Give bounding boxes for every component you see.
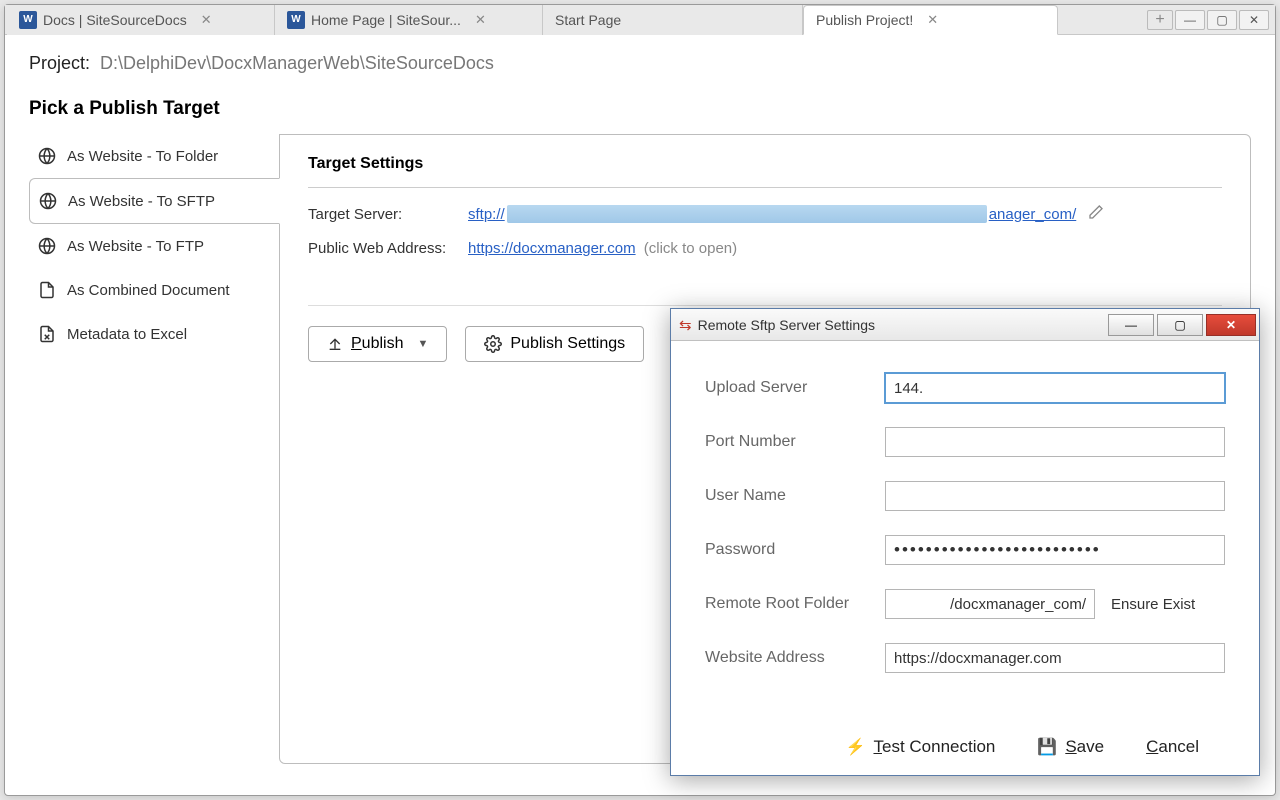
public-web-label: Public Web Address: — [308, 240, 468, 257]
sftp-settings-dialog: ⇆ Remote Sftp Server Settings — ▢ ✕ Uplo… — [670, 308, 1260, 776]
ensure-exist-link[interactable]: Ensure Exist — [1111, 596, 1195, 613]
tab-docs[interactable]: W Docs | SiteSourceDocs ✕ — [7, 5, 275, 35]
tab-label: Start Page — [555, 12, 621, 28]
target-folder[interactable]: As Website - To Folder — [29, 134, 259, 178]
globe-icon — [37, 146, 57, 166]
test-connection-button[interactable]: ⚡ Test Connection — [846, 737, 996, 757]
dialog-body: Upload Server Port Number User Name Pass… — [671, 341, 1259, 707]
port-number-label: Port Number — [705, 433, 885, 451]
password-label: Password — [705, 541, 885, 559]
sftp-suffix: anager_com/ — [989, 206, 1077, 223]
public-web-row: Public Web Address: https://docxmanager.… — [308, 232, 1222, 265]
user-name-label: User Name — [705, 487, 885, 505]
remote-root-input[interactable] — [885, 589, 1095, 619]
website-address-label: Website Address — [705, 649, 885, 667]
target-server-value[interactable]: sftp:// anager_com/ — [468, 205, 1076, 223]
target-ftp[interactable]: As Website - To FTP — [29, 224, 259, 268]
word-icon: W — [19, 11, 37, 29]
close-icon[interactable]: ✕ — [475, 12, 486, 28]
project-label: Project: — [29, 53, 90, 74]
pick-publish-target-heading: Pick a Publish Target — [29, 98, 1251, 120]
gear-icon — [484, 335, 502, 353]
file-icon — [37, 324, 57, 344]
dialog-minimize-button[interactable]: — — [1108, 314, 1154, 336]
tab-label: Docs | SiteSourceDocs — [43, 12, 187, 28]
tab-start-page[interactable]: Start Page — [543, 5, 803, 35]
dialog-maximize-button[interactable]: ▢ — [1157, 314, 1203, 336]
target-server-row: Target Server: sftp:// anager_com/ — [308, 196, 1222, 232]
server-icon: ⇆ — [679, 316, 692, 334]
upload-server-input[interactable] — [885, 373, 1225, 403]
maximize-button[interactable]: ▢ — [1207, 10, 1237, 30]
cancel-button[interactable]: Cancel — [1146, 737, 1199, 757]
dialog-title: ⇆ Remote Sftp Server Settings — [679, 316, 875, 334]
close-icon[interactable]: ✕ — [927, 12, 938, 28]
tab-home[interactable]: W Home Page | SiteSour... ✕ — [275, 5, 543, 35]
target-settings-heading: Target Settings — [308, 155, 1222, 188]
target-combined-doc[interactable]: As Combined Document — [29, 268, 259, 312]
new-tab-button[interactable]: + — [1147, 10, 1173, 30]
publish-targets-list: As Website - To Folder As Website - To S… — [29, 134, 259, 764]
target-label: As Combined Document — [67, 282, 230, 299]
remote-root-label: Remote Root Folder — [705, 595, 885, 613]
target-label: As Website - To SFTP — [68, 193, 215, 210]
password-input[interactable] — [885, 535, 1225, 565]
public-web-value[interactable]: https://docxmanager.com (click to open) — [468, 240, 737, 257]
chevron-down-icon: ▼ — [417, 338, 428, 350]
document-icon — [37, 280, 57, 300]
user-name-input[interactable] — [885, 481, 1225, 511]
redacted-span — [507, 205, 987, 223]
upload-server-label: Upload Server — [705, 379, 885, 397]
project-path-line: Project: D:\DelphiDev\DocxManagerWeb\Sit… — [29, 53, 1251, 74]
close-window-button[interactable]: ✕ — [1239, 10, 1269, 30]
close-icon[interactable]: ✕ — [201, 12, 212, 28]
window-controls: + — ▢ ✕ — [1147, 10, 1275, 30]
publish-settings-button[interactable]: Publish Settings — [465, 326, 644, 362]
sftp-prefix: sftp:// — [468, 206, 505, 223]
bolt-icon: ⚡ — [846, 737, 866, 757]
target-server-label: Target Server: — [308, 206, 468, 223]
save-icon: 💾 — [1037, 737, 1057, 757]
target-label: As Website - To FTP — [67, 238, 204, 255]
pencil-icon[interactable] — [1088, 204, 1104, 224]
target-metadata-excel[interactable]: Metadata to Excel — [29, 312, 259, 356]
publish-button[interactable]: PPublishublish ▼ — [308, 326, 447, 362]
globe-icon — [38, 191, 58, 211]
save-button[interactable]: 💾 Save — [1037, 737, 1104, 757]
tab-bar: W Docs | SiteSourceDocs ✕ W Home Page | … — [5, 5, 1275, 35]
target-sftp[interactable]: As Website - To SFTP — [29, 178, 280, 224]
target-label: As Website - To Folder — [67, 148, 218, 165]
dialog-close-button[interactable]: ✕ — [1206, 314, 1256, 336]
globe-icon — [37, 236, 57, 256]
port-number-input[interactable] — [885, 427, 1225, 457]
tab-label: Publish Project! — [816, 12, 913, 28]
word-icon: W — [287, 11, 305, 29]
tab-label: Home Page | SiteSour... — [311, 12, 461, 28]
tab-publish-project[interactable]: Publish Project! ✕ — [803, 5, 1058, 35]
minimize-button[interactable]: — — [1175, 10, 1205, 30]
dialog-footer: ⚡ Test Connection 💾 Save Cancel — [671, 737, 1259, 757]
project-path: D:\DelphiDev\DocxManagerWeb\SiteSourceDo… — [100, 53, 494, 74]
dialog-window-controls: — ▢ ✕ — [1108, 314, 1259, 336]
dialog-titlebar[interactable]: ⇆ Remote Sftp Server Settings — ▢ ✕ — [671, 309, 1259, 341]
website-address-input[interactable] — [885, 643, 1225, 673]
target-label: Metadata to Excel — [67, 326, 187, 343]
